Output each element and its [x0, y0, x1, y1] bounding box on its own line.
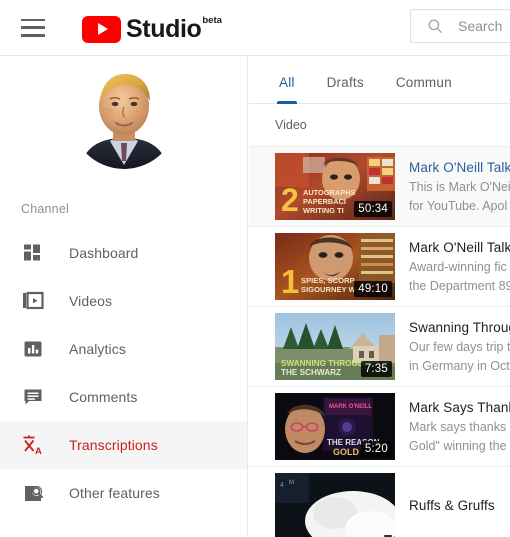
video-description-line2: for YouTube. Apol	[409, 199, 508, 213]
svg-text:SPIES, SCORP: SPIES, SCORP	[301, 276, 355, 285]
sidebar-item-analytics[interactable]: Analytics	[0, 325, 247, 373]
video-title[interactable]: Mark Says Thank	[409, 398, 510, 417]
search-icon	[428, 19, 442, 33]
hamburger-menu-icon[interactable]	[21, 18, 45, 37]
video-description-line1: This is Mark O'Nei	[409, 180, 510, 194]
svg-text:4: 4	[280, 482, 284, 489]
video-play-icon	[21, 289, 45, 313]
svg-text:SWANNING THROUGH: SWANNING THROUGH	[281, 359, 370, 368]
table-row[interactable]: SWANNING THROUGH THE SCHWARZ 7:35 Swanni…	[249, 306, 510, 386]
video-title[interactable]: Ruffs & Gruffs	[409, 496, 510, 515]
svg-text:1: 1	[281, 263, 299, 300]
video-thumbnail[interactable]: MARK O'NEILL THE REASON GOLD 5:20	[275, 393, 395, 460]
video-thumbnail[interactable]: 2 AUTOGRAPHS PAPERBACI WRITING TI 50:34	[275, 153, 395, 220]
svg-text:GOLD: GOLD	[333, 447, 359, 457]
studio-brand-logo[interactable]: Studio beta	[82, 13, 222, 43]
video-thumbnail[interactable]: 1 SPIES, SCORP SIGOURNEY W 49:10	[275, 233, 395, 300]
comment-bubble-icon	[21, 385, 45, 409]
video-title[interactable]: Mark O'Neill Talks	[409, 158, 510, 177]
tab-all[interactable]: All	[263, 75, 311, 104]
video-list: 2 AUTOGRAPHS PAPERBACI WRITING TI 50:34 …	[249, 146, 510, 537]
video-meta: Mark O'Neill Talks This is Mark O'Nei fo…	[409, 158, 510, 215]
play-triangle-icon	[97, 23, 108, 35]
video-meta: Swanning Throug Our few days trip t in G…	[409, 318, 510, 375]
translate-icon: A	[21, 433, 45, 457]
tab-drafts[interactable]: Drafts	[311, 75, 380, 103]
hamburger-line	[21, 18, 45, 21]
sidebar-item-label: Transcriptions	[69, 437, 158, 453]
avatar-photo	[70, 61, 178, 169]
brand-beta-label: beta	[202, 14, 222, 26]
video-description-line1: Award-winning fic	[409, 260, 507, 274]
sidebar-item-dashboard[interactable]: Dashboard	[0, 229, 247, 277]
video-description-line2: the Department 89	[409, 279, 510, 293]
video-meta: Mark O'Neill Talks Award-winning fic the…	[409, 238, 510, 295]
video-duration: 50:34	[354, 201, 392, 217]
table-row[interactable]: MARK O'NEILL THE REASON GOLD 5:20 Mark S…	[249, 386, 510, 466]
other-features-icon	[21, 481, 45, 505]
svg-text:WRITING TI: WRITING TI	[303, 206, 344, 215]
avatar-container	[0, 56, 247, 169]
video-title[interactable]: Swanning Throug	[409, 318, 510, 337]
video-description-line1: Our few days trip t	[409, 340, 510, 354]
sidebar-item-videos[interactable]: Videos	[0, 277, 247, 325]
main-content: All Drafts Commun Video 2 AUTOGRAPHS PAP…	[249, 56, 510, 537]
table-row[interactable]: 4 M Ruffs & Gruffs	[249, 466, 510, 537]
hamburger-line	[21, 34, 45, 37]
sidebar-item-label: Videos	[69, 293, 113, 309]
thumbnail-image: 4 M	[275, 473, 395, 537]
video-duration: 49:10	[354, 281, 392, 297]
video-thumbnail[interactable]: 4 M	[275, 473, 395, 537]
tab-bar: All Drafts Commun	[249, 56, 510, 104]
column-header-video: Video	[275, 118, 307, 132]
tab-community[interactable]: Commun	[380, 75, 468, 103]
video-description-line1: Mark says thanks	[409, 420, 507, 434]
table-row[interactable]: 2 AUTOGRAPHS PAPERBACI WRITING TI 50:34 …	[249, 146, 510, 226]
video-duration: 7:35	[360, 361, 392, 377]
svg-text:SIGOURNEY W: SIGOURNEY W	[301, 285, 357, 294]
video-duration: 5:20	[360, 441, 392, 457]
youtube-studio-window: Studio beta Search Channel Dashboard Vid…	[0, 0, 510, 537]
svg-text:THE SCHWARZ: THE SCHWARZ	[281, 368, 341, 377]
sidebar-item-label: Comments	[69, 389, 138, 405]
sidebar-item-transcriptions[interactable]: A Transcriptions	[0, 421, 247, 469]
search-box[interactable]	[410, 9, 510, 43]
video-description-line2: Gold" winning the	[409, 439, 507, 453]
sidebar-nav-list: Dashboard Videos Analytics Comments A Tr…	[0, 229, 247, 517]
sidebar-item-label: Dashboard	[69, 245, 139, 261]
svg-text:AUTOGRAPHS: AUTOGRAPHS	[303, 188, 355, 197]
sidebar-item-comments[interactable]: Comments	[0, 373, 247, 421]
top-bar: Studio beta	[0, 0, 510, 56]
video-title[interactable]: Mark O'Neill Talks	[409, 238, 510, 257]
channel-avatar[interactable]	[70, 61, 178, 169]
hamburger-line	[21, 26, 45, 29]
svg-text:M: M	[289, 480, 294, 486]
svg-text:MARK O'NEILL: MARK O'NEILL	[329, 404, 372, 410]
table-row[interactable]: 1 SPIES, SCORP SIGOURNEY W 49:10 Mark O'…	[249, 226, 510, 306]
svg-text:A: A	[35, 446, 42, 456]
video-meta: Ruffs & Gruffs	[409, 496, 510, 517]
video-thumbnail[interactable]: SWANNING THROUGH THE SCHWARZ 7:35	[275, 313, 395, 380]
analytics-bar-icon	[21, 337, 45, 361]
sidebar-item-other-features[interactable]: Other features	[0, 469, 247, 517]
video-description-line2: in Germany in Octo	[409, 359, 510, 373]
video-meta: Mark Says Thank Mark says thanks Gold" w…	[409, 398, 510, 455]
sidebar: Channel Dashboard Videos Analytics Comme…	[0, 56, 248, 537]
sidebar-item-label: Other features	[69, 485, 160, 501]
youtube-play-logo-icon	[82, 15, 121, 43]
dashboard-grid-icon	[21, 241, 45, 265]
search-input[interactable]	[458, 18, 510, 34]
sidebar-section-label: Channel	[21, 202, 69, 216]
brand-name: Studio	[126, 14, 202, 43]
sidebar-item-label: Analytics	[69, 341, 126, 357]
svg-text:PAPERBACI: PAPERBACI	[303, 197, 346, 206]
svg-text:2: 2	[281, 182, 299, 218]
